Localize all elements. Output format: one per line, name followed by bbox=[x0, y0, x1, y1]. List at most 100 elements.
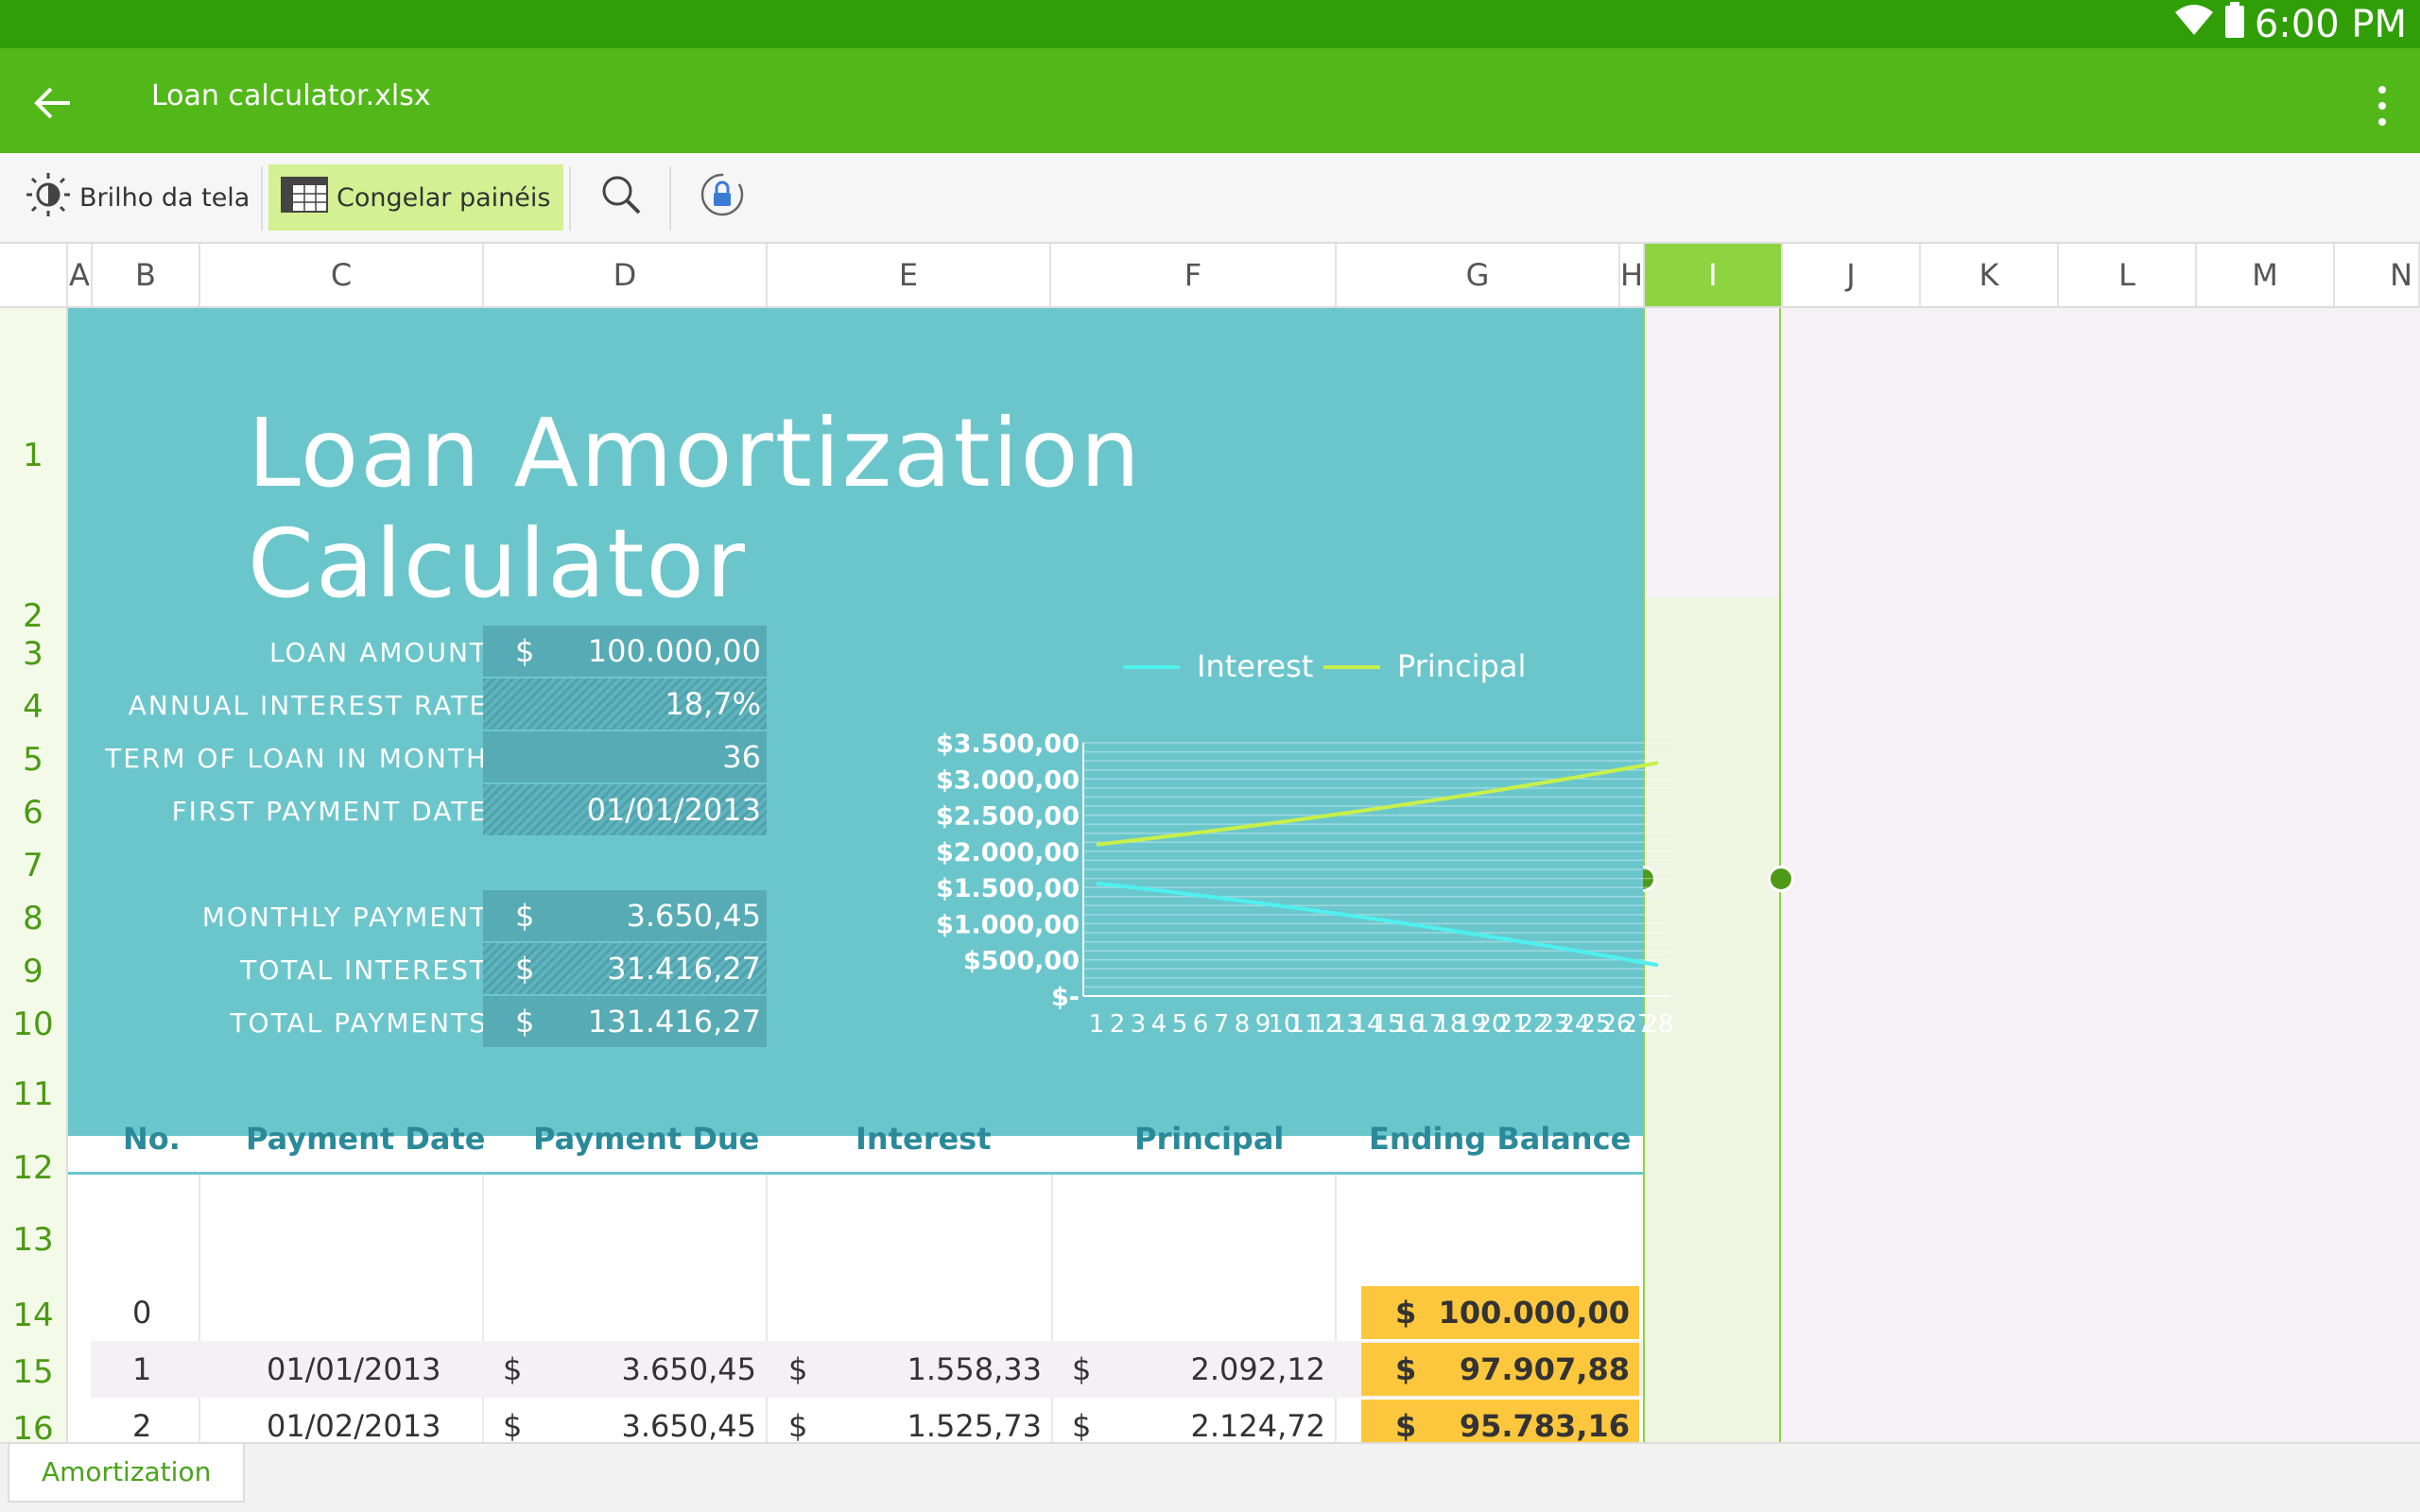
brightness-button[interactable]: Brilho da tela bbox=[13, 164, 261, 231]
row-header-7[interactable]: 7 bbox=[0, 847, 66, 885]
column-header-n[interactable]: N bbox=[2335, 244, 2420, 306]
chart-legend-label: Interest bbox=[1197, 648, 1313, 684]
row-header-1[interactable]: 1 bbox=[0, 437, 66, 474]
row-header-6[interactable]: 6 bbox=[0, 794, 66, 832]
header-divider bbox=[68, 1172, 1643, 1175]
monthly-payment-cell[interactable]: $ 3.650,45 bbox=[483, 890, 767, 941]
column-header-b[interactable]: B bbox=[93, 244, 200, 306]
column-header-h[interactable]: H bbox=[1620, 244, 1645, 306]
principal-amount: 2.124,72 bbox=[1190, 1408, 1326, 1442]
toolbar-divider bbox=[261, 166, 263, 231]
ending-balance-cell[interactable]: $ 97.907,88 bbox=[1361, 1343, 1639, 1396]
chart-y-tick-label: $1.000,00 bbox=[936, 910, 1080, 939]
payment-due: 3.650,45 bbox=[621, 1408, 757, 1442]
freeze-panes-icon bbox=[280, 176, 329, 220]
row-header-11[interactable]: 11 bbox=[0, 1075, 66, 1113]
row-header-4[interactable]: 4 bbox=[0, 688, 66, 726]
total-payments-cell[interactable]: $ 131.416,27 bbox=[483, 996, 767, 1047]
chart-y-tick-label: $1.500,00 bbox=[936, 874, 1080, 903]
interest-amount: 1.558,33 bbox=[907, 1351, 1043, 1387]
ending-balance-cell[interactable]: $ 95.783,16 bbox=[1361, 1400, 1639, 1442]
column-header-a[interactable]: A bbox=[68, 244, 93, 306]
row-header-2[interactable]: 2 bbox=[0, 597, 66, 635]
column-header-c[interactable]: C bbox=[200, 244, 484, 306]
toolbar-divider bbox=[569, 166, 571, 231]
brightness-label: Brilho da tela bbox=[79, 182, 251, 213]
search-button[interactable] bbox=[586, 164, 656, 231]
chart-x-tick-label: 5 bbox=[1172, 1010, 1188, 1036]
column-header-k[interactable]: K bbox=[1921, 244, 2059, 306]
ending-balance-cell[interactable]: $ 100.000,00 bbox=[1361, 1286, 1639, 1339]
currency-symbol: $ bbox=[503, 1408, 523, 1442]
payment-due: 3.650,45 bbox=[621, 1351, 757, 1387]
column-header-m[interactable]: M bbox=[2197, 244, 2335, 306]
ending-balance-value: 97.907,88 bbox=[1459, 1351, 1630, 1387]
table-row[interactable]: 1 01/01/2013 $ 3.650,45 $ 1.558,33 $ 2.0… bbox=[91, 1341, 1643, 1398]
rotation-lock-button[interactable] bbox=[686, 164, 758, 231]
column-header-f[interactable]: F bbox=[1051, 244, 1337, 306]
row-header-15[interactable]: 15 bbox=[0, 1353, 66, 1391]
battery-icon bbox=[2224, 2, 2245, 47]
currency-symbol: $ bbox=[515, 951, 535, 987]
row-header-12[interactable]: 12 bbox=[0, 1149, 66, 1187]
column-header-d[interactable]: D bbox=[484, 244, 768, 306]
column-header-l[interactable]: L bbox=[2059, 244, 2197, 306]
back-arrow-icon[interactable] bbox=[26, 77, 79, 129]
first-payment-date-value: 01/01/2013 bbox=[586, 792, 761, 828]
loan-term-cell[interactable]: 36 bbox=[483, 731, 767, 782]
row-header-5[interactable]: 5 bbox=[0, 741, 66, 779]
chart-x-tick-label: 2 bbox=[1110, 1010, 1126, 1036]
column-header-e[interactable]: E bbox=[768, 244, 1051, 306]
row-header-13[interactable]: 13 bbox=[0, 1221, 66, 1259]
chart-x-tick-label: 3 bbox=[1131, 1010, 1147, 1036]
selection-handle-right[interactable] bbox=[1768, 866, 1794, 892]
loan-term-value: 36 bbox=[722, 739, 761, 775]
column-header-j[interactable]: J bbox=[1783, 244, 1921, 306]
status-time: 6:00 PM bbox=[2254, 3, 2407, 46]
sheet-tab-amortization[interactable]: Amortization bbox=[8, 1444, 246, 1503]
first-payment-date-cell[interactable]: 01/01/2013 bbox=[483, 784, 767, 835]
search-icon bbox=[597, 171, 645, 225]
toolbar: Brilho da tela Congelar painéis bbox=[0, 153, 2420, 244]
input-label: ANNUAL INTEREST RATE bbox=[128, 690, 488, 721]
currency-symbol: $ bbox=[1395, 1408, 1417, 1442]
currency-symbol: $ bbox=[515, 633, 535, 669]
select-all-corner[interactable] bbox=[0, 244, 68, 306]
row-header-bar: 1 2 3 4 5 6 7 8 9 10 11 12 13 14 15 16 bbox=[0, 308, 68, 1448]
row-header-14[interactable]: 14 bbox=[0, 1297, 66, 1334]
chart-y-tick-label: $- bbox=[1051, 983, 1080, 1012]
output-label: TOTAL PAYMENTS bbox=[230, 1007, 488, 1039]
freeze-panes-button[interactable]: Congelar painéis bbox=[268, 164, 563, 231]
table-row[interactable]: 0 $ 100.000,00 bbox=[91, 1284, 1643, 1341]
table-row[interactable]: 2 01/02/2013 $ 3.650,45 $ 1.525,73 $ 2.1… bbox=[91, 1398, 1643, 1442]
row-header-3[interactable]: 3 bbox=[0, 635, 66, 673]
table-header-payment-date: Payment Date bbox=[246, 1121, 486, 1157]
more-vert-icon[interactable] bbox=[2373, 82, 2392, 129]
total-interest-cell[interactable]: $ 31.416,27 bbox=[483, 943, 767, 994]
row-header-8[interactable]: 8 bbox=[0, 900, 66, 937]
spreadsheet-grid[interactable]: Loan Amortization Calculator LOAN AMOUNT… bbox=[68, 308, 2420, 1442]
output-label: MONTHLY PAYMENT bbox=[201, 902, 488, 933]
column-header-i[interactable]: I bbox=[1645, 244, 1783, 306]
freeze-panes-label: Congelar painéis bbox=[337, 182, 551, 213]
loan-amount-cell[interactable]: $ 100.000,00 bbox=[483, 626, 767, 677]
interest-rate-cell[interactable]: 18,7% bbox=[483, 679, 767, 730]
chart-legend-label: Principal bbox=[1397, 648, 1526, 684]
sheet-tab-bar: Amortization bbox=[0, 1442, 2420, 1512]
rotation-lock-icon bbox=[698, 170, 747, 226]
selected-column-i-row1 bbox=[1645, 308, 1779, 597]
chart-series-line-principal bbox=[1096, 761, 1659, 847]
row-header-10[interactable]: 10 bbox=[0, 1005, 66, 1043]
column-header-g[interactable]: G bbox=[1337, 244, 1620, 306]
file-title: Loan calculator.xlsx bbox=[151, 79, 431, 112]
calculator-panel: Loan Amortization Calculator LOAN AMOUNT… bbox=[68, 308, 1674, 1136]
currency-symbol: $ bbox=[788, 1408, 808, 1442]
interest-principal-chart[interactable]: $- $500,00 $1.000,00 $1.500,00 $2.000,00 $2.5… bbox=[853, 620, 1685, 1036]
chart-y-tick-label: $2.500,00 bbox=[936, 802, 1080, 832]
table-header-interest: Interest bbox=[856, 1121, 992, 1157]
input-label: TERM OF LOAN IN MONTH bbox=[105, 743, 488, 774]
table-header-no: No. bbox=[123, 1121, 181, 1157]
currency-symbol: $ bbox=[503, 1351, 523, 1387]
chart-x-tick-label: 7 bbox=[1214, 1010, 1230, 1036]
row-header-9[interactable]: 9 bbox=[0, 953, 66, 990]
